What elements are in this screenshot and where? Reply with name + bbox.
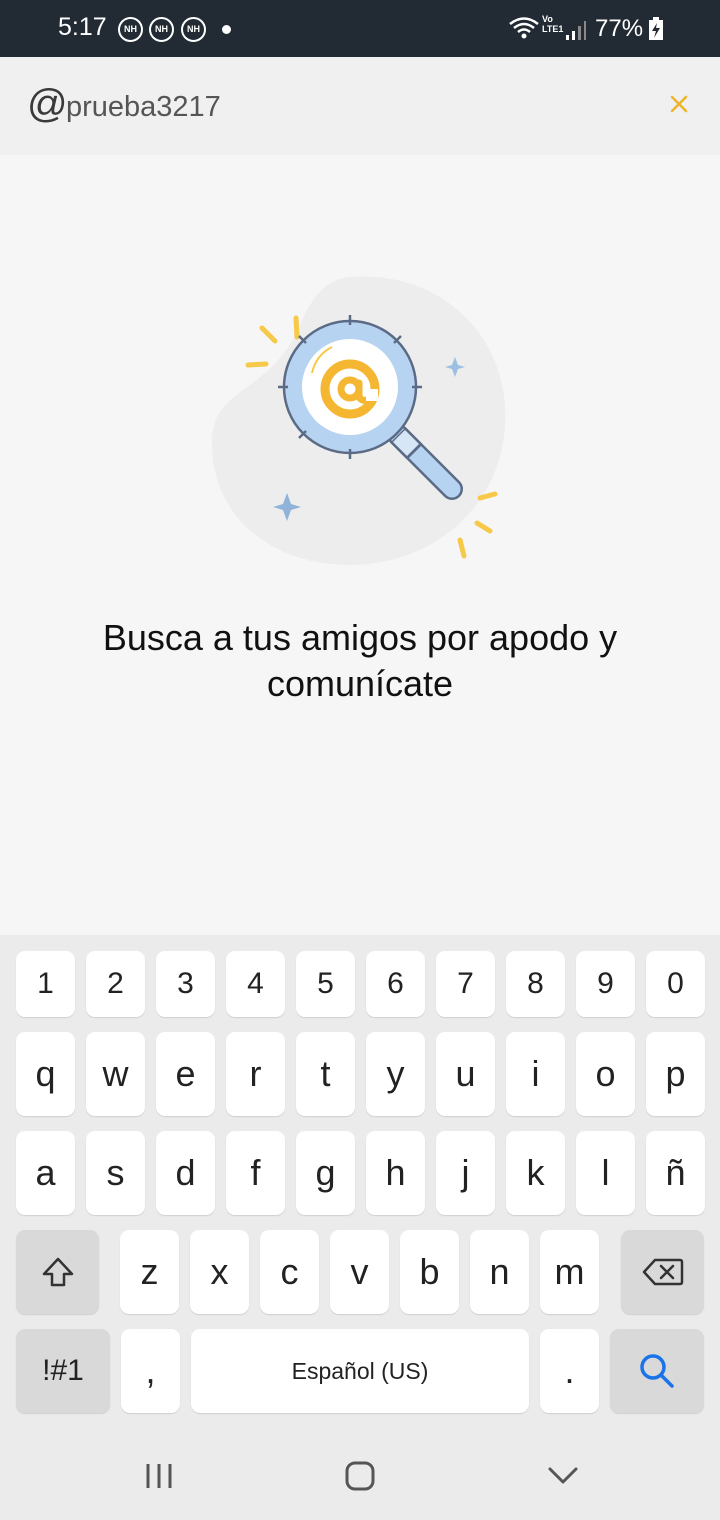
- battery-charging-icon: [649, 17, 663, 40]
- key-2[interactable]: 2: [86, 951, 145, 1017]
- navigation-bar: [0, 1430, 720, 1520]
- key-x[interactable]: x: [190, 1230, 249, 1314]
- key-s[interactable]: s: [86, 1131, 145, 1215]
- key-r[interactable]: r: [226, 1032, 285, 1116]
- key-n[interactable]: n: [470, 1230, 529, 1314]
- key-4[interactable]: 4: [226, 951, 285, 1017]
- key-a[interactable]: a: [16, 1131, 75, 1215]
- notification-icon: NH: [118, 17, 143, 42]
- key-p[interactable]: p: [646, 1032, 705, 1116]
- status-bar: 5:17 NH NH NH Vo LTE1 77%: [0, 0, 720, 57]
- key-o[interactable]: o: [576, 1032, 635, 1116]
- key-j[interactable]: j: [436, 1131, 495, 1215]
- key-0[interactable]: 0: [646, 951, 705, 1017]
- key-c[interactable]: c: [260, 1230, 319, 1314]
- symbols-key[interactable]: !#1: [16, 1329, 110, 1413]
- empty-state: Busca a tus amigos por apodo y comunícat…: [0, 155, 720, 935]
- backspace-icon: [642, 1258, 683, 1286]
- recent-apps-icon[interactable]: [140, 1460, 180, 1492]
- key-g[interactable]: g: [296, 1131, 355, 1215]
- battery-percent: 77%: [595, 15, 644, 42]
- key-t[interactable]: t: [296, 1032, 355, 1116]
- signal-icon: [566, 21, 586, 40]
- status-time: 5:17: [58, 13, 107, 41]
- key-v[interactable]: v: [330, 1230, 389, 1314]
- key-w[interactable]: w: [86, 1032, 145, 1116]
- close-icon[interactable]: [662, 87, 696, 121]
- back-chevron-down-icon[interactable]: [543, 1460, 583, 1492]
- shift-icon: [42, 1257, 73, 1287]
- key-3[interactable]: 3: [156, 951, 215, 1017]
- comma-key[interactable]: ,: [121, 1329, 180, 1413]
- notification-icon: NH: [181, 17, 206, 42]
- key-b[interactable]: b: [400, 1230, 459, 1314]
- notification-icon: NH: [149, 17, 174, 42]
- search-icon: [640, 1354, 674, 1388]
- shift-key[interactable]: [16, 1230, 99, 1314]
- key-e[interactable]: e: [156, 1032, 215, 1116]
- key-z[interactable]: z: [120, 1230, 179, 1314]
- key-d[interactable]: d: [156, 1131, 215, 1215]
- key-n-tilde[interactable]: ñ: [646, 1131, 705, 1215]
- key-h[interactable]: h: [366, 1131, 425, 1215]
- key-u[interactable]: u: [436, 1032, 495, 1116]
- period-key[interactable]: .: [540, 1329, 599, 1413]
- backspace-key[interactable]: [621, 1230, 704, 1314]
- key-y[interactable]: y: [366, 1032, 425, 1116]
- key-5[interactable]: 5: [296, 951, 355, 1017]
- key-l[interactable]: l: [576, 1131, 635, 1215]
- search-at-illustration: [211, 276, 506, 565]
- key-8[interactable]: 8: [506, 951, 565, 1017]
- key-f[interactable]: f: [226, 1131, 285, 1215]
- search-key[interactable]: [610, 1329, 704, 1413]
- key-1[interactable]: 1: [16, 951, 75, 1017]
- space-key[interactable]: Español (US): [191, 1329, 529, 1413]
- home-icon[interactable]: [340, 1460, 380, 1492]
- search-header: @: [0, 57, 720, 155]
- key-m[interactable]: m: [540, 1230, 599, 1314]
- search-input[interactable]: [66, 85, 606, 129]
- volte-indicator: Vo LTE1: [542, 14, 564, 34]
- more-notifications-dot: [222, 25, 231, 34]
- key-q[interactable]: q: [16, 1032, 75, 1116]
- key-i[interactable]: i: [506, 1032, 565, 1116]
- empty-state-message: Busca a tus amigos por apodo y comunícat…: [102, 617, 618, 704]
- on-screen-keyboard: 1 2 3 4 5 6 7 8 9 0 q w e r t y u i o p …: [0, 935, 720, 1430]
- key-k[interactable]: k: [506, 1131, 565, 1215]
- wifi-icon: [509, 17, 539, 39]
- key-6[interactable]: 6: [366, 951, 425, 1017]
- at-icon: @: [27, 82, 68, 126]
- key-7[interactable]: 7: [436, 951, 495, 1017]
- key-9[interactable]: 9: [576, 951, 635, 1017]
